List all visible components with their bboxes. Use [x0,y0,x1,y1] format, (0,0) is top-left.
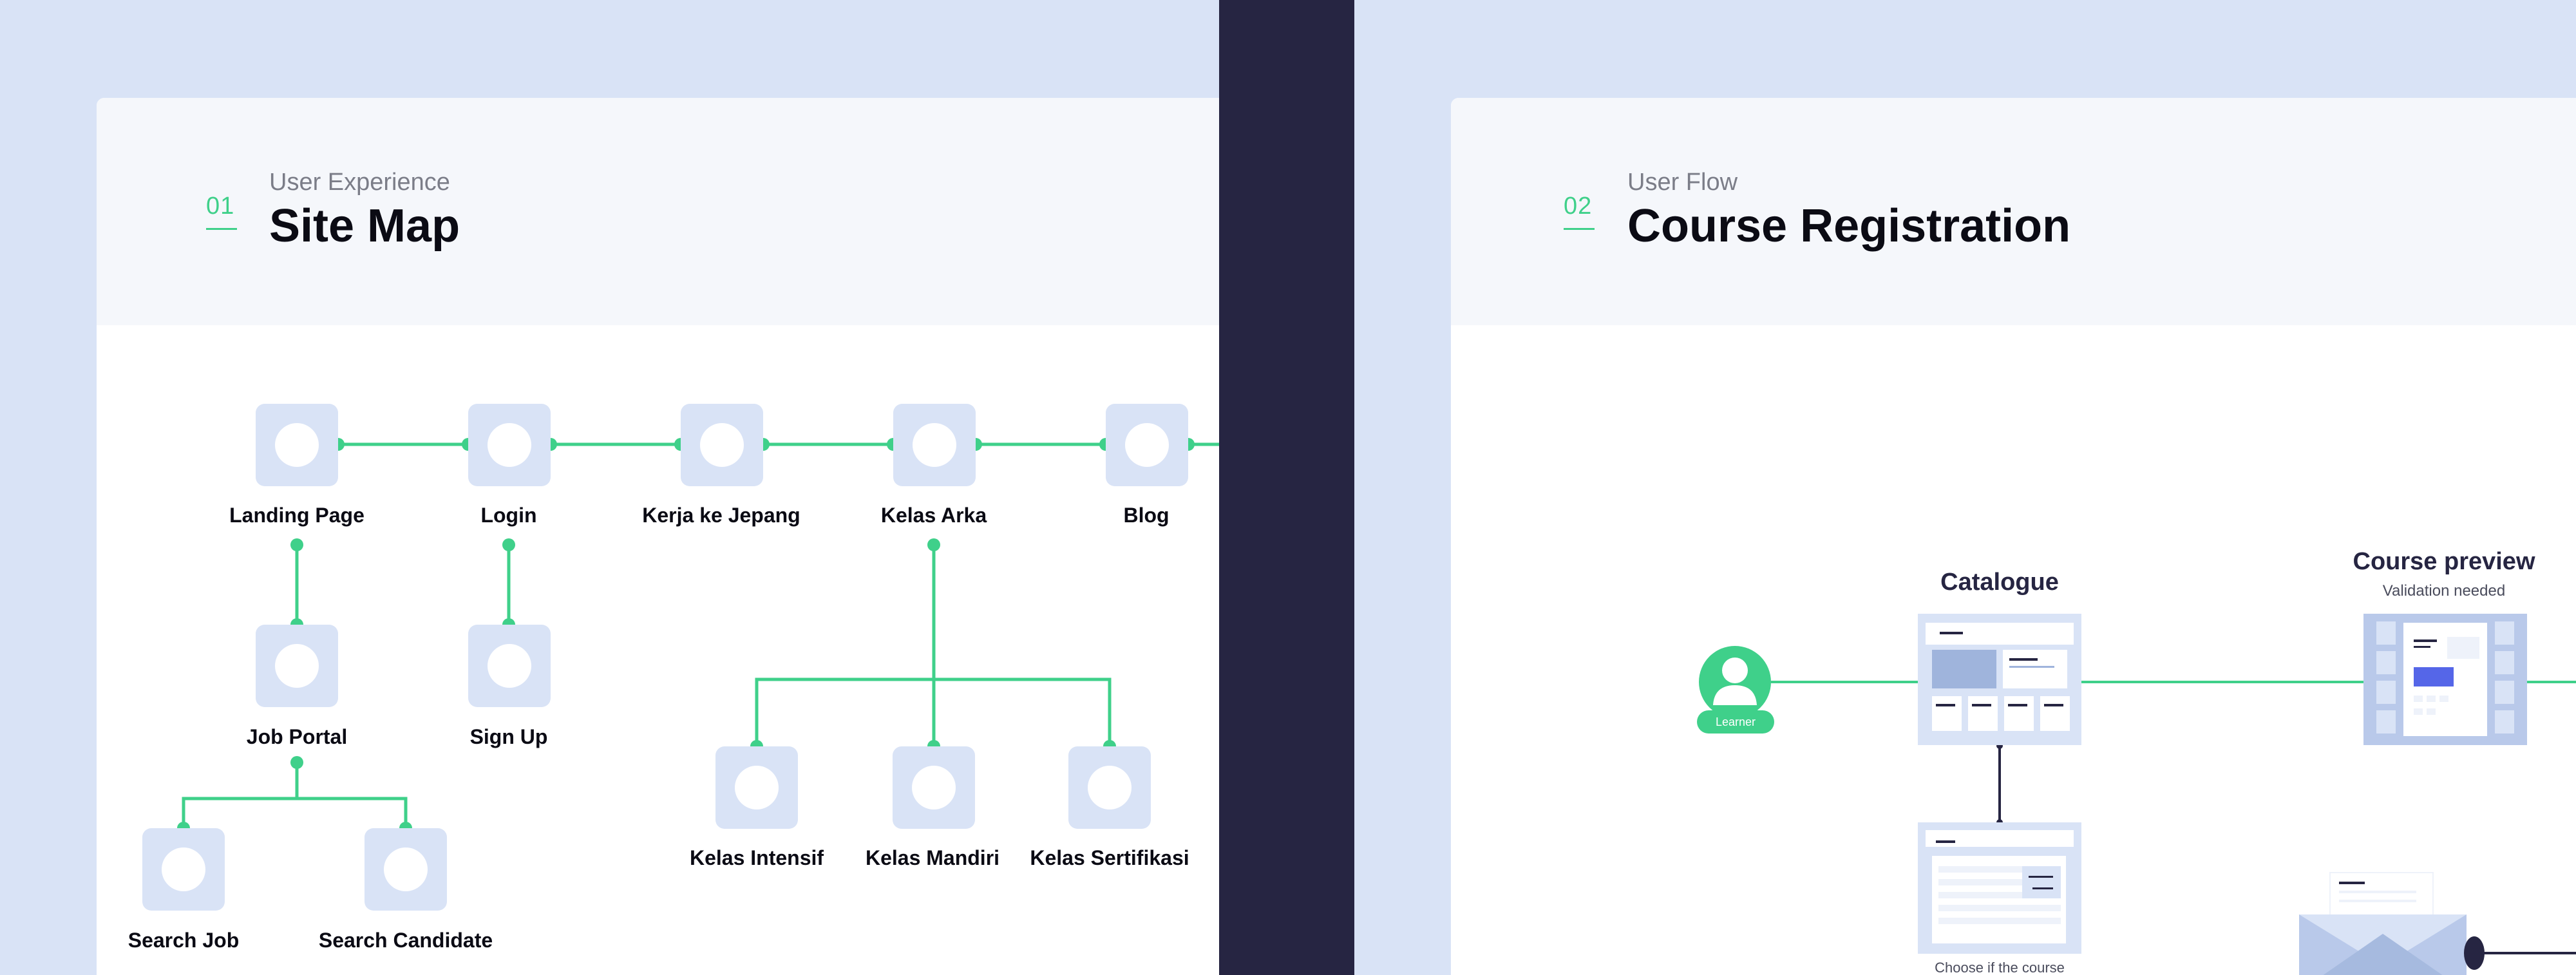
label-landing-page: Landing Page [229,504,365,527]
sitemap-panel: 01 User Experience Site Map Landing Page… [0,0,1219,975]
node-search-candidate[interactable] [365,828,447,911]
userflow-panel: 02 User Flow Course Registration Learner… [1354,0,2576,975]
label-kerja-ke-jepang: Kerja ke Jepang [642,504,800,527]
catalogue-screen[interactable] [1918,614,2081,745]
choose-course-label: Choose if the course [1935,960,2065,975]
userflow-diagram: Learner Catalogue Choose if the course C… [1697,548,2576,975]
node-kelas-arka[interactable] [893,404,976,486]
node-kerja-ke-jepang[interactable] [681,404,763,486]
node-kelas-sertifikasi[interactable] [1068,746,1151,829]
node-search-job[interactable] [142,828,225,911]
course-preview-label: Course preview [2353,548,2535,575]
label-kelas-mandiri: Kelas Mandiri [866,846,999,869]
label-blog: Blog [1123,504,1169,527]
userflow-card: 02 User Flow Course Registration Learner… [1451,98,2576,975]
label-sign-up: Sign Up [470,725,548,748]
choose-course-screen[interactable] [1918,822,2081,954]
learner-label: Learner [1716,715,1756,728]
node-landing-page[interactable] [256,404,338,486]
node-login[interactable] [468,404,551,486]
course-preview-screen[interactable] [2363,614,2527,745]
label-login: Login [480,504,536,527]
node-kelas-mandiri[interactable] [893,746,975,829]
label-job-portal: Job Portal [247,725,347,748]
catalogue-label: Catalogue [1940,569,2059,596]
label-search-candidate: Search Candidate [319,929,493,952]
learner-avatar-icon [1699,646,1771,718]
validation-label: Validation needed [2383,582,2505,600]
label-search-job: Search Job [128,929,240,952]
label-kelas-arka: Kelas Arka [881,504,987,527]
sitemap-card: 01 User Experience Site Map Landing Page… [97,98,1219,975]
flow-connector-node [2464,936,2485,970]
label-kelas-intensif: Kelas Intensif [690,846,824,869]
label-kelas-sertifikasi: Kelas Sertifikasi [1030,846,1189,869]
node-blog[interactable] [1106,404,1188,486]
email-envelope-icon [2299,872,2467,975]
sitemap-diagram: Landing Page Login Kerja ke Jepang Kelas… [128,404,1219,952]
node-sign-up[interactable] [468,625,551,707]
node-job-portal[interactable] [256,625,338,707]
node-kelas-intensif[interactable] [715,746,798,829]
